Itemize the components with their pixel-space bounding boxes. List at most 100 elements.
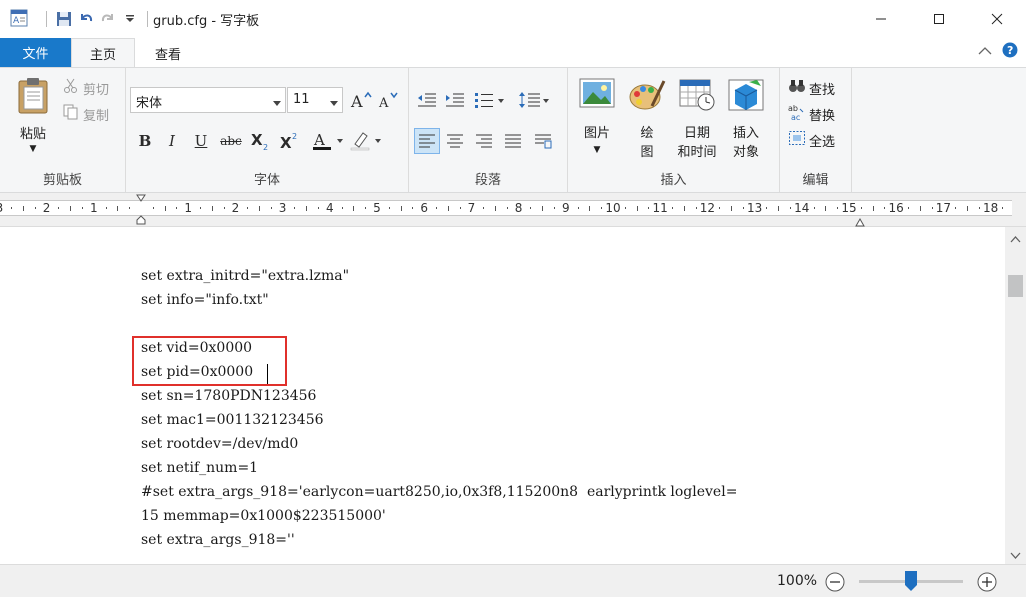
find-button[interactable]: 查找	[788, 78, 835, 98]
bullet-list-icon[interactable]	[472, 87, 510, 113]
tab-home[interactable]: 主页	[71, 38, 135, 68]
close-button[interactable]	[968, 0, 1026, 38]
font-color-icon[interactable]: A	[310, 128, 346, 154]
replace-button[interactable]: ab ac 替换	[788, 104, 835, 124]
collapse-ribbon-icon[interactable]	[978, 45, 992, 59]
ruler-tick	[731, 206, 732, 211]
paragraph-settings-icon[interactable]	[530, 128, 556, 154]
document-line[interactable]: set mac1=001132123456	[141, 412, 324, 428]
vertical-scrollbar[interactable]	[1005, 227, 1026, 564]
ruler-tick-label: 2	[231, 201, 240, 215]
horizontal-ruler[interactable]: 321123456789101112131415161718	[0, 200, 1012, 216]
paint-drawing-button[interactable]: 绘 图	[624, 78, 670, 160]
ruler-tick-label: 3	[0, 201, 3, 215]
ruler-tick	[884, 207, 886, 209]
font-group-label: 字体	[253, 173, 280, 188]
ruler-tick	[247, 207, 249, 209]
document-area[interactable]: set extra_initrd="extra.lzma" set info="…	[0, 227, 1005, 564]
picture-button[interactable]: 图片 ▼	[574, 78, 620, 155]
ruler-tick	[1002, 207, 1004, 209]
tab-file[interactable]: 文件	[0, 38, 71, 67]
ruler-tick-label: 12	[699, 201, 716, 215]
font-size-select[interactable]: 11	[287, 87, 343, 113]
wordpad-app-icon[interactable]: A	[10, 9, 28, 27]
help-icon[interactable]: ?	[1002, 42, 1018, 61]
align-center-icon[interactable]	[442, 128, 468, 154]
increase-indent-icon[interactable]	[442, 87, 468, 113]
save-icon[interactable]	[53, 8, 75, 30]
clipboard-icon	[16, 76, 50, 118]
highlight-color-icon[interactable]	[348, 128, 384, 154]
ruler-tick	[164, 206, 166, 211]
font-group: 宋体 11 A A B I U abc X2 X2 A 字体	[126, 68, 409, 192]
ruler-tick	[58, 207, 60, 209]
decrease-indent-icon[interactable]	[414, 87, 440, 113]
maximize-button[interactable]	[910, 0, 968, 38]
ruler-tick	[353, 206, 355, 211]
zoom-slider-thumb[interactable]	[904, 570, 918, 595]
bold-icon[interactable]: B	[132, 128, 158, 154]
ruler-tick	[459, 207, 461, 209]
scrollbar-thumb[interactable]	[1008, 275, 1023, 297]
insert-object-button[interactable]: 插入 对象	[723, 78, 769, 160]
subscript-icon[interactable]: X2	[248, 128, 274, 154]
strikethrough-icon[interactable]: abc	[218, 128, 244, 154]
document-line[interactable]: set extra_args_918=''	[141, 532, 295, 548]
ruler-tick	[176, 207, 178, 209]
ruler-tick-label: 16	[888, 201, 904, 215]
document-line[interactable]: set info="info.txt"	[141, 292, 269, 308]
date-time-button[interactable]: 日期 和时间	[671, 78, 723, 160]
status-bar: 100%	[0, 564, 1026, 597]
copy-icon	[63, 104, 79, 124]
align-left-icon[interactable]	[414, 128, 440, 154]
zoom-out-icon[interactable]	[825, 572, 845, 595]
paint-label-line1: 绘	[640, 126, 654, 141]
align-right-icon[interactable]	[471, 128, 497, 154]
zoom-level-text: 100%	[777, 573, 818, 589]
document-line[interactable]: set rootdev=/dev/md0	[141, 436, 298, 452]
tab-view[interactable]: 查看	[136, 38, 200, 68]
document-line[interactable]: set netif_num=1	[141, 460, 258, 476]
justify-icon[interactable]	[500, 128, 526, 154]
line-spacing-icon[interactable]	[517, 87, 553, 113]
picture-dropdown-icon[interactable]: ▼	[594, 145, 601, 155]
first-line-indent-marker-icon[interactable]	[136, 194, 146, 229]
font-family-select[interactable]: 宋体	[130, 87, 286, 113]
grow-font-icon[interactable]: A	[348, 87, 374, 113]
ruler-tick	[306, 206, 308, 211]
document-line[interactable]: set extra_initrd="extra.lzma"	[141, 268, 349, 284]
ruler-tick	[683, 206, 685, 211]
copy-button[interactable]: 复制	[63, 104, 109, 124]
ruler-tick	[813, 207, 815, 209]
ruler-tick	[601, 207, 603, 209]
scroll-down-icon[interactable]	[1010, 549, 1021, 563]
redo-icon[interactable]	[97, 8, 119, 30]
document-line[interactable]: set sn=1780PDN123456	[141, 388, 316, 404]
undo-icon[interactable]	[75, 8, 97, 30]
customize-qat-dropdown-icon[interactable]	[119, 8, 141, 30]
italic-icon[interactable]: I	[159, 128, 185, 154]
paste-label: 粘贴	[19, 127, 46, 142]
document-line[interactable]: #set extra_args_918='earlycon=uart8250,i…	[141, 484, 737, 500]
underline-icon[interactable]: U	[188, 128, 214, 154]
paste-button[interactable]: 粘贴 ▼	[10, 76, 56, 160]
zoom-in-icon[interactable]	[977, 572, 997, 595]
ruler-tick	[648, 207, 650, 209]
ruler-tick-label: 17	[935, 201, 952, 215]
document-line[interactable]: 15 memmap=0x1000$223515000'	[141, 508, 386, 524]
minimize-button[interactable]	[852, 0, 910, 38]
shrink-font-icon[interactable]: A	[375, 87, 401, 113]
ruler-tick	[483, 207, 485, 209]
svg-text:2: 2	[292, 132, 297, 141]
svg-text:?: ?	[1007, 44, 1013, 57]
ruler-tick	[860, 207, 862, 209]
binoculars-icon	[788, 78, 806, 98]
scroll-up-icon[interactable]	[1010, 232, 1021, 246]
select-all-button[interactable]: 全选	[788, 130, 835, 150]
tabs-right-controls: ?	[978, 42, 1018, 61]
superscript-icon[interactable]: X2	[277, 128, 303, 154]
cut-button[interactable]: 剪切	[63, 78, 109, 98]
font-size-value: 11	[293, 92, 310, 107]
paste-dropdown-icon[interactable]: ▼	[30, 144, 37, 154]
clipboard-group: 粘贴 ▼ 剪切 复制 剪贴板	[0, 68, 126, 192]
